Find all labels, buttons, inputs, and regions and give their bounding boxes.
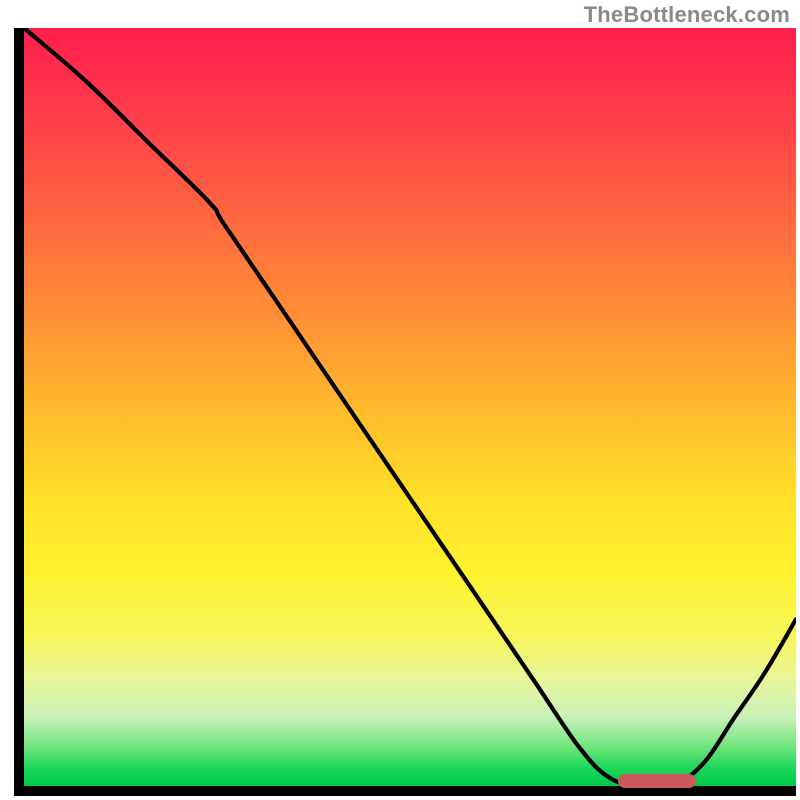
attribution-text: TheBottleneck.com: [584, 2, 790, 28]
chart-stage: TheBottleneck.com: [0, 0, 800, 800]
chart-plot-area: [14, 28, 796, 796]
optimal-range-marker: [618, 774, 695, 788]
